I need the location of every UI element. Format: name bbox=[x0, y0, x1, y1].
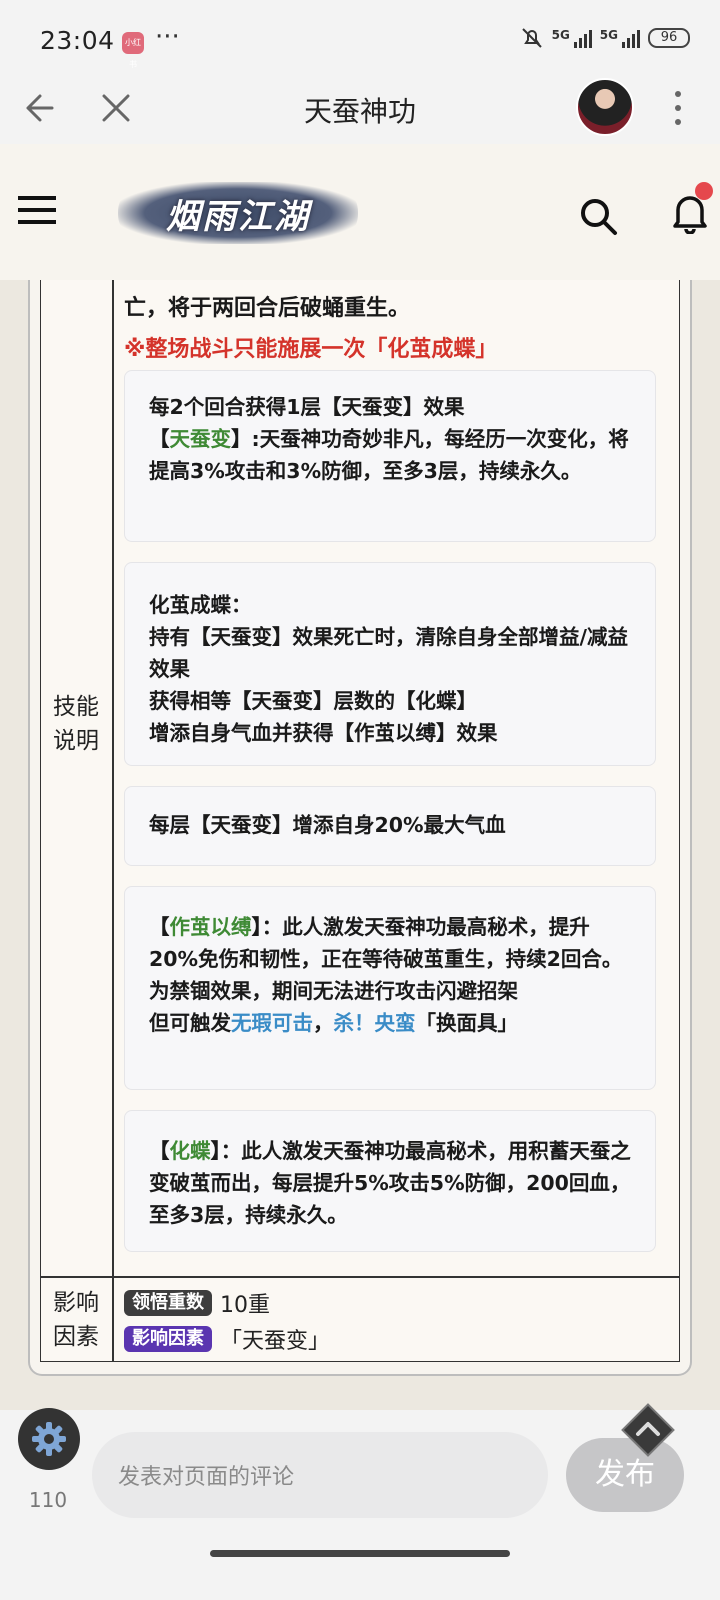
row-label-skill: 技能 说明 bbox=[53, 694, 99, 754]
signal-icon: 5G bbox=[552, 28, 592, 48]
skill-box-5: 【化蝶】：此人激发天蚕神功最高秘术，用积蓄天蚕之变破茧而出，每层提升5%攻击5%… bbox=[124, 1110, 656, 1252]
status-indicators: 5G 5G 96 bbox=[520, 26, 690, 50]
site-header: 烟雨江湖 bbox=[0, 144, 720, 280]
skill-warning: ※整场战斗只能施展一次「化茧成蝶」 bbox=[124, 337, 498, 362]
link-shayangman[interactable]: 杀！央蛮 bbox=[334, 1011, 416, 1035]
row-divider bbox=[40, 1276, 680, 1278]
home-indicator bbox=[210, 1550, 510, 1557]
status-time: 23:04 bbox=[40, 26, 115, 55]
column-divider bbox=[112, 280, 114, 1362]
scroll-to-top-icon[interactable] bbox=[618, 1400, 678, 1460]
battery-icon: 96 bbox=[648, 28, 690, 48]
mute-bell-icon bbox=[521, 28, 542, 48]
skill-box-3: 每层【天蚕变】增添自身20%最大气血 bbox=[124, 786, 656, 866]
gear-icon bbox=[32, 1422, 66, 1456]
row-label-factors: 影响 因素 bbox=[53, 1290, 99, 1350]
skill-box-2: 化茧成蝶： 持有【天蚕变】效果死亡时，清除自身全部增益/减益效果 获得相等【天蚕… bbox=[124, 562, 656, 766]
term-huadie: 化蝶 bbox=[169, 1139, 211, 1163]
status-bar: 23:04 小红书 ··· 5G 5G 96 bbox=[0, 0, 720, 72]
app-navbar: 天蚕神功 bbox=[0, 72, 720, 144]
settings-button[interactable] bbox=[18, 1408, 80, 1470]
more-notifications-icon: ··· bbox=[155, 22, 180, 52]
search-icon[interactable] bbox=[578, 196, 618, 236]
factor-influence: 影响因素 「天蚕变」 bbox=[124, 1323, 330, 1355]
link-wuxiakeji[interactable]: 无瑕可击 bbox=[231, 1011, 313, 1035]
term-tiancanbian: 天蚕变 bbox=[169, 427, 232, 451]
skill-text-top: 亡，将于两回合后破蛹重生。 bbox=[124, 296, 411, 321]
factor-level: 领悟重数 10重 bbox=[124, 1287, 270, 1319]
signal-icon-2: 5G bbox=[600, 28, 640, 48]
notification-dot bbox=[695, 182, 713, 200]
tag-influence-factor: 影响因素 bbox=[124, 1326, 212, 1352]
comment-count: 110 bbox=[28, 1488, 68, 1512]
skill-box-1: 每2个回合获得1层【天蚕变】效果 【天蚕变】:天蚕神功奇妙非凡，每经历一次变化，… bbox=[124, 370, 656, 542]
site-logo[interactable]: 烟雨江湖 bbox=[118, 182, 358, 244]
comment-input[interactable]: 发表对页面的评论 bbox=[92, 1432, 548, 1518]
menu-icon[interactable] bbox=[18, 194, 56, 226]
skill-box-4: 【作茧以缚】：此人激发天蚕神功最高秘术，提升20%免伤和韧性，正在等待破茧重生，… bbox=[124, 886, 656, 1090]
app-notification-icon: 小红书 bbox=[122, 32, 144, 69]
term-zuojianyifu: 作茧以缚 bbox=[169, 915, 252, 939]
more-vertical-icon[interactable] bbox=[670, 88, 686, 128]
avatar[interactable] bbox=[576, 78, 634, 136]
tag-comprehension-level: 领悟重数 bbox=[124, 1290, 212, 1316]
